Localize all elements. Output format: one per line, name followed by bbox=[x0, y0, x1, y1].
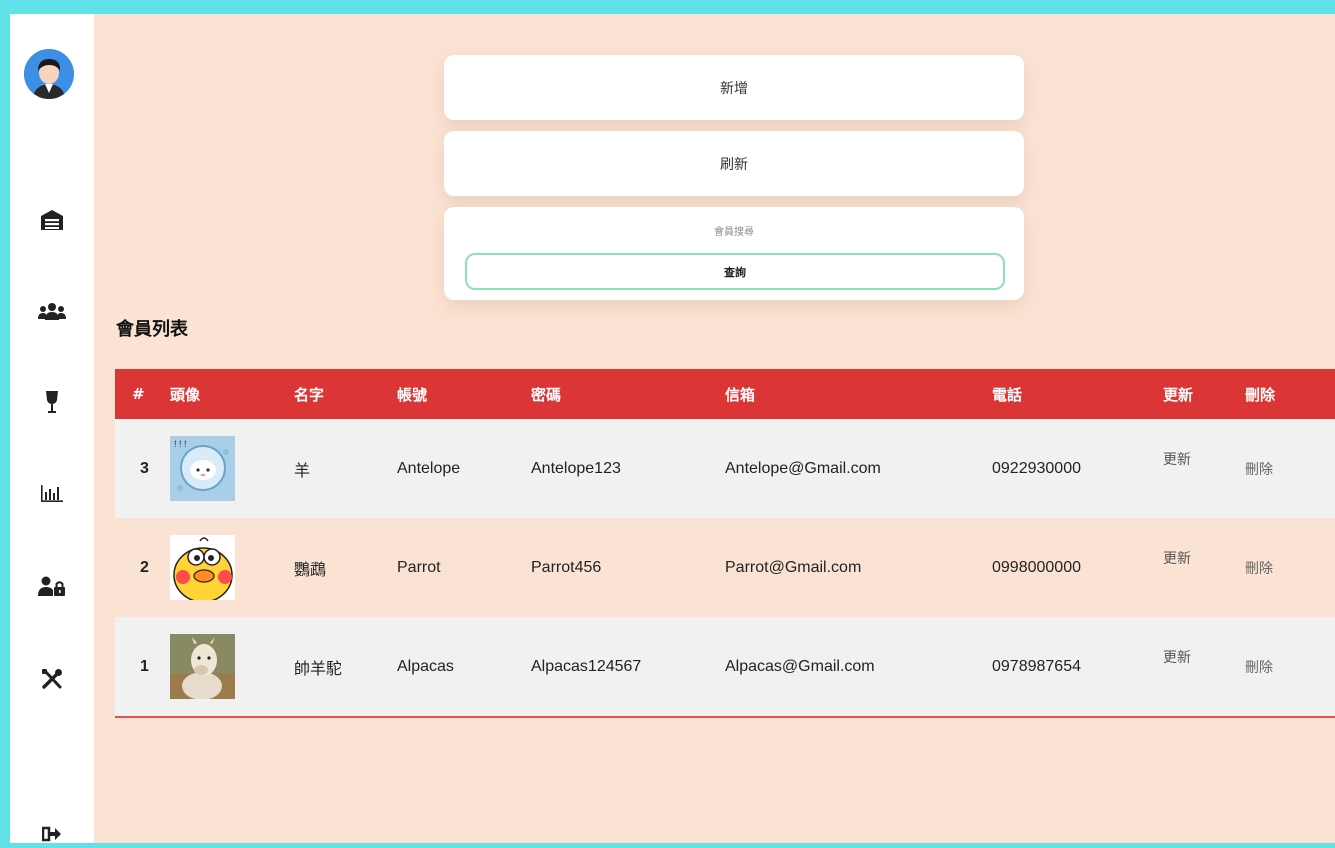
column-header-email: 信箱 bbox=[725, 369, 992, 419]
delete-link[interactable]: 刪除 bbox=[1245, 560, 1273, 576]
column-header-phone: 電話 bbox=[992, 369, 1163, 419]
sidebar bbox=[10, 14, 94, 843]
svg-text:! ! !: ! ! ! bbox=[174, 439, 187, 449]
member-email: Antelope@Gmail.com bbox=[725, 419, 992, 518]
table-header-row: # 頭像 名字 帳號 密碼 信箱 電話 更新 刪除 bbox=[115, 369, 1335, 419]
table-row: 2 鸚鵡 Parrot Parrot456 Parrot@Gmail.com 0… bbox=[115, 518, 1335, 617]
warehouse-icon[interactable] bbox=[36, 206, 68, 234]
member-name: 羊 bbox=[294, 419, 397, 518]
member-password: Alpacas124567 bbox=[531, 617, 725, 717]
member-email: Alpacas@Gmail.com bbox=[725, 617, 992, 717]
delete-link[interactable]: 刪除 bbox=[1245, 659, 1273, 675]
update-link[interactable]: 更新 bbox=[1163, 550, 1191, 566]
member-list-title: 會員列表 bbox=[116, 319, 188, 340]
refresh-card: 刷新 bbox=[444, 131, 1024, 196]
user-avatar[interactable] bbox=[24, 49, 74, 99]
update-cell: 更新 bbox=[1163, 518, 1245, 617]
avatar-cell bbox=[170, 617, 294, 717]
table-row: 1 帥羊駝 Alpacas Alpacas124567 Alpacas@Gmai… bbox=[115, 617, 1335, 717]
refresh-button[interactable]: 刷新 bbox=[444, 131, 1024, 196]
avatar-cell bbox=[170, 518, 294, 617]
wine-glass-icon[interactable] bbox=[36, 388, 68, 416]
query-button[interactable]: 查詢 bbox=[465, 253, 1005, 290]
column-header-password: 密碼 bbox=[531, 369, 725, 419]
row-number: 2 bbox=[115, 518, 170, 617]
member-password: Antelope123 bbox=[531, 419, 725, 518]
member-account: Antelope bbox=[397, 419, 531, 518]
add-button[interactable]: 新增 bbox=[444, 55, 1024, 120]
member-avatar-image bbox=[170, 535, 235, 600]
update-link[interactable]: 更新 bbox=[1163, 451, 1191, 467]
column-header-account: 帳號 bbox=[397, 369, 531, 419]
main-content: 新增 刷新 會員搜尋 查詢 會員列表 # 頭像 名字 帳號 密碼 信箱 電話 更… bbox=[94, 14, 1335, 843]
avatar-cell: ! ! ! bbox=[170, 419, 294, 518]
users-icon[interactable] bbox=[36, 298, 68, 326]
member-password: Parrot456 bbox=[531, 518, 725, 617]
search-label: 會員搜尋 bbox=[714, 227, 754, 238]
member-name: 帥羊駝 bbox=[294, 617, 397, 717]
search-card: 會員搜尋 查詢 bbox=[444, 207, 1024, 300]
member-phone: 0922930000 bbox=[992, 419, 1163, 518]
update-link[interactable]: 更新 bbox=[1163, 649, 1191, 665]
column-header-delete: 刪除 bbox=[1245, 369, 1335, 419]
member-account: Alpacas bbox=[397, 617, 531, 717]
member-phone: 0978987654 bbox=[992, 617, 1163, 717]
update-cell: 更新 bbox=[1163, 419, 1245, 518]
add-card: 新增 bbox=[444, 55, 1024, 120]
sign-out-icon[interactable] bbox=[36, 820, 68, 848]
column-header-name: 名字 bbox=[294, 369, 397, 419]
user-lock-icon[interactable] bbox=[36, 572, 68, 600]
member-phone: 0998000000 bbox=[992, 518, 1163, 617]
column-header-update: 更新 bbox=[1163, 369, 1245, 419]
tools-icon[interactable] bbox=[36, 665, 68, 693]
member-email: Parrot@Gmail.com bbox=[725, 518, 992, 617]
member-table: # 頭像 名字 帳號 密碼 信箱 電話 更新 刪除 3 ! ! ! 羊 Ante… bbox=[115, 369, 1335, 718]
row-number: 3 bbox=[115, 419, 170, 518]
column-header-number: # bbox=[115, 369, 170, 419]
member-account: Parrot bbox=[397, 518, 531, 617]
delete-link[interactable]: 刪除 bbox=[1245, 461, 1273, 477]
member-avatar-image bbox=[170, 634, 235, 699]
row-number: 1 bbox=[115, 617, 170, 717]
update-cell: 更新 bbox=[1163, 617, 1245, 717]
column-header-avatar: 頭像 bbox=[170, 369, 294, 419]
delete-cell: 刪除 bbox=[1245, 617, 1335, 717]
member-avatar-image: ! ! ! bbox=[170, 436, 235, 501]
delete-cell: 刪除 bbox=[1245, 419, 1335, 518]
member-name: 鸚鵡 bbox=[294, 518, 397, 617]
bar-chart-icon[interactable] bbox=[36, 479, 68, 507]
delete-cell: 刪除 bbox=[1245, 518, 1335, 617]
table-row: 3 ! ! ! 羊 Antelope Antelope123 Antelope@… bbox=[115, 419, 1335, 518]
